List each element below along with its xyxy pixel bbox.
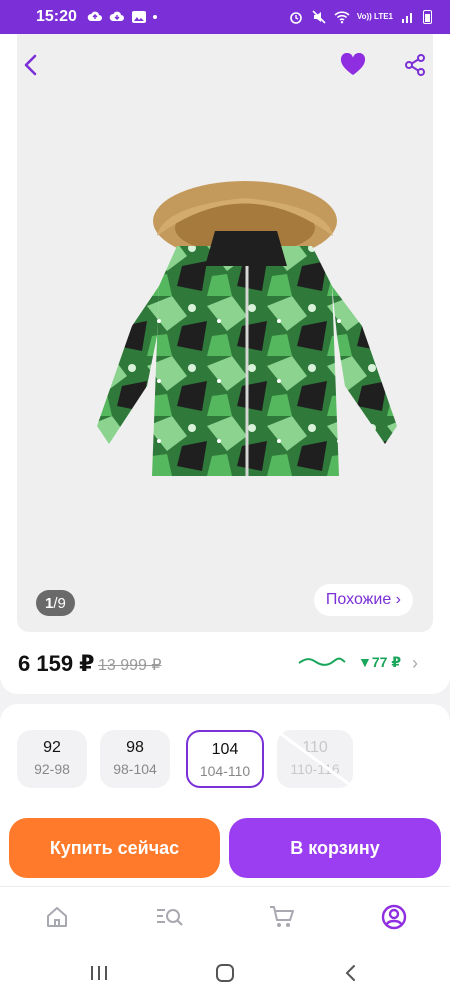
back-system-button[interactable]: [338, 960, 364, 986]
chevron-right-icon[interactable]: ›: [412, 653, 418, 674]
product-gallery[interactable]: 1 / 9 Похожие ›: [0, 34, 450, 634]
back-button[interactable]: [16, 50, 46, 80]
battery-icon: [423, 10, 432, 24]
share-button[interactable]: [400, 50, 430, 80]
add-to-cart-button[interactable]: В корзину: [229, 818, 441, 878]
size-sub: 98-104: [113, 761, 157, 777]
similar-products-label: Похожие ›: [325, 591, 401, 608]
home-button-icon: [216, 964, 234, 982]
cloud-download-icon: [109, 11, 124, 21]
signal-icon: [402, 13, 412, 23]
current-price: 6 159 ₽: [18, 651, 95, 676]
nav-cart[interactable]: [268, 903, 296, 931]
gallery-image-area[interactable]: 1 / 9 Похожие ›: [17, 34, 433, 632]
network-type: Vo)) LTE1: [356, 12, 393, 21]
share-icon: [405, 54, 425, 76]
notification-dot-icon: [152, 15, 157, 19]
size-main: 104: [211, 741, 239, 758]
heart-icon: [340, 53, 366, 75]
catalog-search-icon: [157, 909, 183, 926]
size-main: 98: [126, 739, 144, 756]
size-option-104[interactable]: 104 104-110: [186, 730, 264, 788]
mute-icon: [312, 10, 326, 24]
home-icon: [47, 907, 67, 927]
cloud-upload-icon: [87, 11, 102, 21]
old-price: 13 999 ₽: [98, 657, 162, 674]
image-counter-total: 9: [57, 594, 66, 612]
similar-products-button[interactable]: Похожие ›: [313, 584, 413, 616]
price-drop: ▼77 ₽: [358, 654, 402, 670]
wifi-icon: [334, 11, 350, 24]
size-main: 92: [43, 739, 61, 756]
image-counter: 1 / 9: [36, 590, 75, 616]
recent-apps-icon: [91, 966, 107, 980]
status-time: 15:20: [36, 8, 77, 25]
nav-home[interactable]: [43, 903, 71, 931]
system-navigation: [0, 946, 450, 1000]
image-counter-current: 1: [45, 594, 54, 612]
status-bar: 15:20 Vo)) LTE1: [0, 0, 450, 34]
size-option-110[interactable]: 110 110-116: [277, 730, 353, 788]
price-trend-icon: [298, 657, 346, 666]
product-jacket-image[interactable]: [87, 176, 407, 526]
bottom-navigation: [0, 886, 450, 946]
cart-icon: [270, 906, 294, 927]
size-option-98[interactable]: 98 98-104: [100, 730, 170, 788]
purchase-actions: Купить сейчас В корзину: [0, 818, 450, 882]
size-sub: 104-110: [199, 763, 251, 779]
profile-icon: [381, 904, 407, 930]
buy-now-button[interactable]: Купить сейчас: [9, 818, 220, 878]
chevron-left-icon: [24, 54, 37, 76]
favorite-button[interactable]: [338, 50, 368, 80]
unavailable-strike-icon: [280, 732, 350, 786]
back-icon: [345, 965, 355, 981]
alarm-icon: [290, 12, 302, 24]
home-system-button[interactable]: [212, 960, 238, 986]
size-sub: 92-98: [34, 761, 70, 777]
nav-profile[interactable]: [380, 903, 408, 931]
size-option-92[interactable]: 92 92-98: [17, 730, 87, 788]
image-icon: [131, 11, 146, 23]
nav-catalog[interactable]: [156, 903, 184, 931]
recent-apps-button[interactable]: [86, 960, 112, 986]
price-section[interactable]: 6 159 ₽ 13 999 ₽ ▼77 ₽ ›: [0, 632, 450, 694]
